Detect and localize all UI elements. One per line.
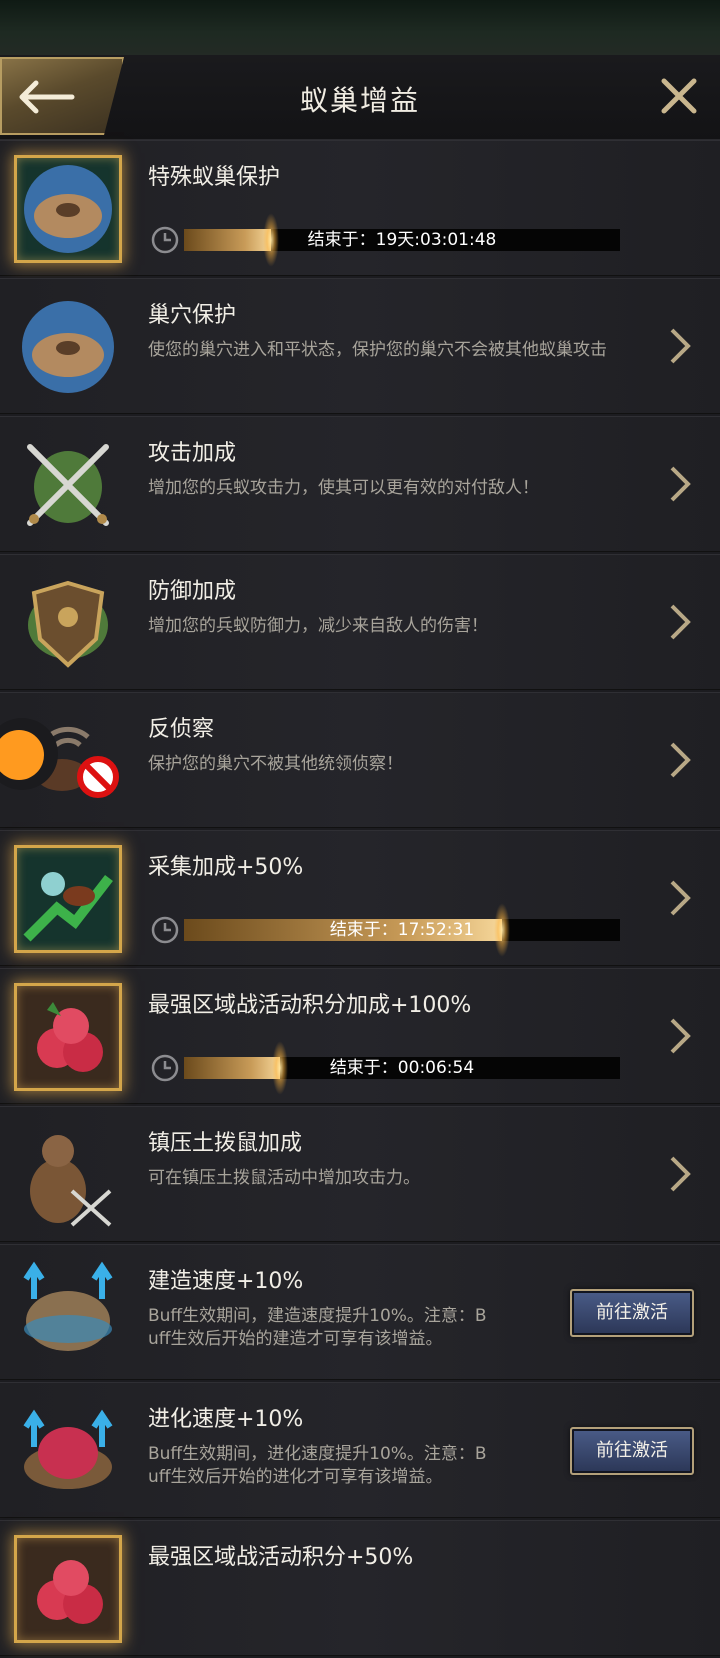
buff-name: 防御加成 [148,579,237,604]
buff-row-zone-war-score-50[interactable]: 最强区域战活动积分+50% [0,1520,720,1656]
activate-button[interactable]: 前往激活 [570,1426,694,1475]
page-title: 蚁巢增益 [299,84,420,117]
buff-name: 最强区域战活动积分加成+100% [148,993,472,1018]
clock-icon [151,1054,179,1082]
marmot-icon [14,1121,122,1229]
timer-text: 结束于：00:06:54 [329,1058,475,1078]
buff-name: 进化速度+10% [148,1407,304,1432]
buff-name: 特殊蚁巢保护 [148,165,281,190]
chevron-right-icon[interactable] [668,1016,692,1056]
chevron-right-icon[interactable] [668,464,692,504]
raspberry-icon [14,1535,122,1643]
nest-globe-icon [14,293,122,401]
activate-button[interactable]: 前往激活 [570,1288,694,1337]
buff-name: 建造速度+10% [148,1269,304,1294]
buff-desc: 增加您的兵蚁防御力，减少来自敌人的伤害！ [148,616,488,636]
buff-row-attack[interactable]: 攻击加成 增加您的兵蚁攻击力，使其可以更有效的对付敌人！ [0,416,720,552]
timer-text: 结束于：19天:03:01:48 [307,230,497,250]
buff-desc: 可在镇压土拨鼠活动中增加攻击力。 [148,1168,420,1188]
buff-row-anti-scout[interactable]: 反侦察 保护您的巢穴不被其他统领侦察！ [0,692,720,828]
nest-globe-icon [14,155,122,263]
buff-desc: 增加您的兵蚁攻击力，使其可以更有效的对付敌人！ [148,478,539,498]
timer-text: 结束于：17:52:31 [329,920,475,940]
buff-list: 特殊蚁巢保护 结束于：19天:03:01:48 巢穴保护 使您的巢穴进入和平状态… [0,140,720,1658]
buff-timer: 结束于：00:06:54 [150,1041,620,1095]
chevron-right-icon[interactable] [668,326,692,366]
buff-name: 最强区域战活动积分+50% [148,1545,414,1570]
buff-name: 镇压土拨鼠加成 [148,1131,303,1156]
buff-desc: 保护您的巢穴不被其他统领侦察！ [148,754,403,774]
buff-row-nest-protection[interactable]: 巢穴保护 使您的巢穴进入和平状态，保护您的巢穴不会被其他蚁巢攻击 [0,278,720,414]
build-speed-icon [14,1259,122,1367]
buff-name: 反侦察 [148,717,215,742]
header-bar: 蚁巢增益 [0,55,720,140]
buff-desc: Buff生效期间，进化速度提升10%。注意：B uff生效后开始的进化才可享有该… [148,1444,487,1487]
gather-ant-icon [14,845,122,953]
buff-row-evolve-speed[interactable]: 进化速度+10% Buff生效期间，进化速度提升10%。注意：B uff生效后开… [0,1382,720,1518]
buff-row-defense[interactable]: 防御加成 增加您的兵蚁防御力，减少来自敌人的伤害！ [0,554,720,690]
assistant-icon [0,730,44,780]
buff-row-marmot[interactable]: 镇压土拨鼠加成 可在镇压土拨鼠活动中增加攻击力。 [0,1106,720,1242]
buff-timer: 结束于：17:52:31 [150,903,620,957]
chevron-right-icon[interactable] [668,740,692,780]
buff-name: 采集加成+50% [148,855,304,880]
clock-icon [151,916,179,944]
buff-timer: 结束于：19天:03:01:48 [150,213,620,267]
buff-row-zone-war-score[interactable]: 最强区域战活动积分加成+100% 结束于：00:06:54 [0,968,720,1104]
timer-track: 结束于：17:52:31 [184,903,620,957]
close-icon [661,78,697,114]
buff-desc: 使您的巢穴进入和平状态，保护您的巢穴不会被其他蚁巢攻击 [148,340,607,360]
buff-row-special-protection[interactable]: 特殊蚁巢保护 结束于：19天:03:01:48 [0,140,720,276]
status-strip [0,0,720,55]
buff-name: 巢穴保护 [148,303,237,328]
chevron-right-icon[interactable] [668,878,692,918]
raspberry-icon [14,983,122,1091]
shield-icon [14,569,122,677]
close-button[interactable] [656,73,702,119]
buff-row-gather[interactable]: 采集加成+50% 结束于：17:52:31 [0,830,720,966]
buff-desc: Buff生效期间，建造速度提升10%。注意：B uff生效后开始的建造才可享有该… [148,1306,487,1349]
evolve-speed-icon [14,1397,122,1505]
crossed-swords-icon [14,431,122,539]
buff-row-build-speed[interactable]: 建造速度+10% Buff生效期间，建造速度提升10%。注意：B uff生效后开… [0,1244,720,1380]
chevron-right-icon[interactable] [668,1154,692,1194]
timer-track: 结束于：00:06:54 [184,1041,620,1095]
chevron-right-icon[interactable] [668,602,692,642]
clock-icon [151,226,179,254]
buff-name: 攻击加成 [148,441,237,466]
timer-track: 结束于：19天:03:01:48 [184,213,620,267]
